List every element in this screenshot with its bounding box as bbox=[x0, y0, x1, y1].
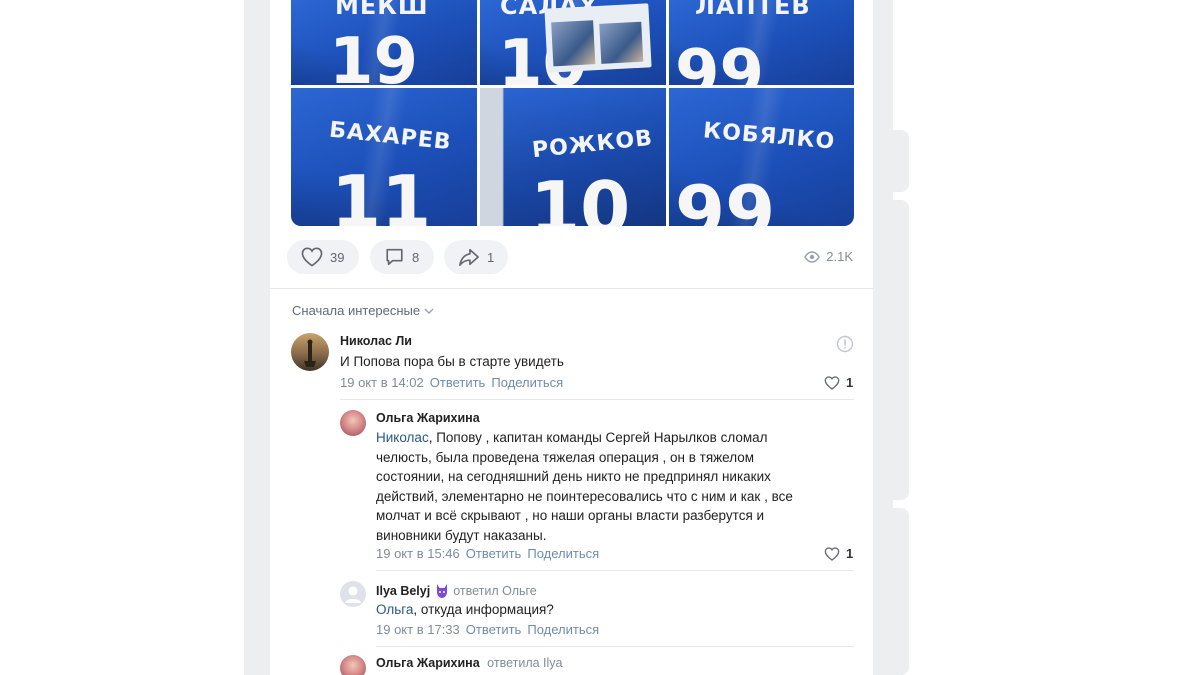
author-name[interactable]: Николас Ли bbox=[340, 334, 412, 348]
share-link[interactable]: Поделиться bbox=[527, 622, 599, 637]
photo-tile[interactable]: РОЖКОВ 10 bbox=[480, 88, 666, 226]
comment-time[interactable]: 19 окт в 17:33 bbox=[376, 622, 460, 637]
mention-link[interactable]: Николас bbox=[376, 430, 429, 445]
avatar[interactable] bbox=[340, 655, 366, 675]
mention-link[interactable]: Ольга bbox=[376, 602, 413, 617]
photo-tile[interactable]: ЛАПТЕВ 99 bbox=[669, 0, 854, 85]
jersey-number: 19 bbox=[329, 25, 419, 85]
comment-author[interactable]: Ольга Жарихина ответила Ilya bbox=[376, 656, 563, 670]
share-count: 1 bbox=[487, 249, 495, 265]
eye-icon bbox=[804, 250, 821, 263]
photo-card bbox=[544, 3, 652, 73]
jersey-number: 10 bbox=[530, 166, 631, 226]
jersey-number: 99 bbox=[675, 37, 765, 85]
devil-emoji-icon bbox=[437, 584, 448, 598]
avatar[interactable] bbox=[291, 333, 329, 371]
comment-separator bbox=[376, 570, 854, 571]
avatar[interactable] bbox=[340, 410, 366, 436]
view-count: 2.1K bbox=[826, 249, 853, 264]
comment-time[interactable]: 19 окт в 14:02 bbox=[340, 375, 424, 390]
comment-body: , Попову , капитан команды Сергей Нарылк… bbox=[376, 430, 793, 543]
chevron-down-icon bbox=[424, 308, 434, 314]
heart-icon bbox=[824, 375, 840, 390]
wall-post: МЕКШ 19 САЛАХ 10 ЛАПТЕВ 99 БАХАРЕВ 11 РО… bbox=[270, 0, 873, 675]
comment-icon bbox=[386, 248, 403, 266]
jersey-number: 99 bbox=[675, 170, 776, 226]
comment-separator bbox=[340, 399, 854, 400]
avatar[interactable] bbox=[340, 581, 366, 607]
page-background-right bbox=[873, 0, 893, 675]
comment-author[interactable]: Ольга Жарихина bbox=[376, 411, 480, 425]
comment-text: Ольга, откуда информация? bbox=[376, 600, 816, 620]
reply-link[interactable]: Ответить bbox=[430, 375, 486, 390]
jersey-number: 11 bbox=[331, 160, 432, 226]
share-icon bbox=[459, 248, 479, 266]
reply-link[interactable]: Ответить bbox=[466, 546, 522, 561]
heart-icon bbox=[824, 546, 840, 561]
comment-count: 8 bbox=[412, 249, 420, 265]
author-name[interactable]: Ольга Жарихина bbox=[376, 656, 480, 670]
photo-tile[interactable]: КОБЯЛКО 99 bbox=[669, 88, 854, 226]
comment-like-button[interactable]: 1 bbox=[824, 375, 853, 390]
comment-author[interactable]: Николас Ли bbox=[340, 334, 412, 348]
heart-icon bbox=[301, 247, 323, 267]
avatar-image bbox=[304, 339, 316, 367]
comment-body: , откуда информация? bbox=[413, 602, 554, 617]
like-count: 39 bbox=[330, 249, 345, 265]
share-link[interactable]: Поделиться bbox=[527, 546, 599, 561]
comment-like-count: 1 bbox=[846, 375, 854, 390]
comment-separator bbox=[376, 646, 854, 647]
default-avatar-icon bbox=[345, 586, 361, 603]
reply-to-label[interactable]: ответил Ольге bbox=[453, 584, 537, 598]
reply-to-label[interactable]: ответила Ilya bbox=[487, 656, 562, 670]
view-counter: 2.1K bbox=[804, 249, 853, 264]
photo-tile[interactable]: БАХАРЕВ 11 bbox=[291, 88, 477, 226]
page-background-notch bbox=[893, 508, 909, 675]
photo-tile[interactable]: МЕКШ 19 bbox=[291, 0, 477, 85]
comment-sort-dropdown[interactable]: Сначала интересные bbox=[292, 303, 434, 318]
photo-tile[interactable]: САЛАХ 10 bbox=[480, 0, 666, 85]
report-icon[interactable] bbox=[836, 335, 854, 353]
comment-button[interactable]: 8 bbox=[370, 240, 434, 274]
comment-meta: 19 окт в 14:02 Ответить Поделиться bbox=[340, 375, 563, 390]
comment-time[interactable]: 19 окт в 15:46 bbox=[376, 546, 460, 561]
page-background-notch bbox=[893, 200, 909, 500]
photo-grid: МЕКШ 19 САЛАХ 10 ЛАПТЕВ 99 БАХАРЕВ 11 РО… bbox=[291, 0, 854, 226]
share-link[interactable]: Поделиться bbox=[491, 375, 563, 390]
comment-author[interactable]: Ilya Belyj ответил Ольге bbox=[376, 583, 537, 599]
comment-like-count: 1 bbox=[846, 546, 854, 561]
like-button[interactable]: 39 bbox=[287, 240, 359, 274]
page-background-left bbox=[244, 0, 270, 675]
author-name[interactable]: Ольга Жарихина bbox=[376, 411, 480, 425]
divider bbox=[270, 288, 873, 289]
sort-label: Сначала интересные bbox=[292, 303, 421, 318]
comment-text: И Попова пора бы в старте увидеть bbox=[340, 354, 564, 369]
comment-like-button[interactable]: 1 bbox=[824, 546, 853, 561]
jersey-name: МЕКШ bbox=[335, 0, 429, 20]
comment-text: Николас, Попову , капитан команды Сергей… bbox=[376, 428, 816, 545]
share-button[interactable]: 1 bbox=[444, 240, 508, 274]
comment-meta: 19 окт в 17:33 Ответить Поделиться bbox=[376, 622, 599, 637]
jersey-name: ЛАПТЕВ bbox=[695, 0, 811, 20]
reply-link[interactable]: Ответить bbox=[466, 622, 522, 637]
comment-meta: 19 окт в 15:46 Ответить Поделиться bbox=[376, 546, 599, 561]
page-background-notch bbox=[893, 130, 909, 192]
author-name[interactable]: Ilya Belyj bbox=[376, 584, 430, 598]
